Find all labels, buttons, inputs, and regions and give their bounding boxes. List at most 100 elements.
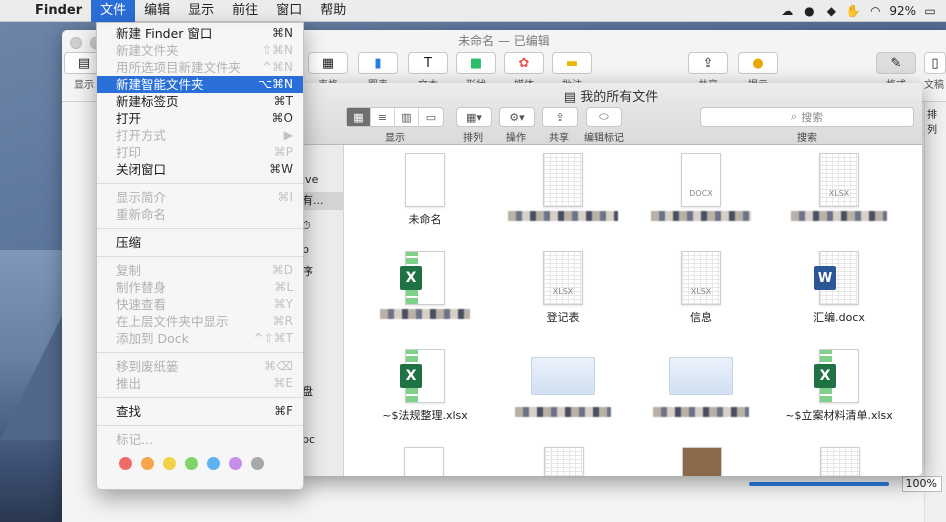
- gallery-view-icon[interactable]: ▭: [419, 108, 443, 126]
- wechat-icon[interactable]: ●: [801, 4, 817, 18]
- share-button[interactable]: ⇪: [542, 107, 578, 127]
- media-icon[interactable]: ✿: [504, 52, 544, 74]
- docx-icon: DOCX: [681, 153, 721, 207]
- battery-percent: 92%: [889, 4, 916, 18]
- file-menu-item[interactable]: 压缩: [97, 234, 303, 251]
- file-item[interactable]: X: [360, 251, 490, 322]
- image-icon[interactable]: [682, 447, 722, 476]
- column-view-icon[interactable]: ▥: [395, 108, 419, 126]
- sidebar-item-all-files[interactable]: 有...: [300, 192, 344, 210]
- inspector-label-arrange: 排列: [927, 110, 937, 136]
- sidebar-item-airdrop[interactable]: ⏱: [300, 217, 344, 235]
- toolbar-label-action: 操作: [506, 133, 526, 144]
- menu-item-label: 显示简介: [116, 190, 167, 205]
- file-item[interactable]: X ~$法规整理.xlsx: [360, 349, 490, 423]
- menu-help[interactable]: 帮助: [311, 0, 355, 22]
- hand-icon[interactable]: ✋: [845, 4, 861, 18]
- toolbar-label-tags: 编辑标记: [584, 133, 624, 144]
- comment-icon[interactable]: ▬: [552, 52, 592, 74]
- tags-button[interactable]: ⬭: [586, 107, 622, 127]
- search-input[interactable]: ⌕ 搜索: [700, 107, 914, 127]
- file-item[interactable]: [498, 153, 628, 224]
- apple-icon[interactable]: [0, 0, 26, 22]
- toolbar-label-share: 共享: [549, 133, 569, 144]
- document-icon[interactable]: ▯: [924, 52, 946, 74]
- zoom-field[interactable]: 100%: [902, 476, 942, 492]
- menu-view[interactable]: 显示: [179, 0, 223, 22]
- file-item[interactable]: XLSX 登记表: [498, 251, 628, 325]
- excel-badge-icon: X: [400, 266, 422, 290]
- menu-separator: [97, 425, 303, 426]
- menu-item-label: 新建文件夹: [116, 43, 179, 58]
- tag-color-icon: [229, 457, 242, 470]
- menu-edit[interactable]: 编辑: [135, 0, 179, 22]
- menu-item-shortcut: ⌘O: [271, 111, 293, 125]
- file-item[interactable]: XLSX: [774, 153, 904, 224]
- table-icon[interactable]: ▦: [308, 52, 348, 74]
- wifi-icon[interactable]: ◠: [867, 4, 883, 18]
- tips-icon[interactable]: ●: [738, 52, 778, 74]
- menu-item-label: 查找: [116, 404, 142, 419]
- arrange-button[interactable]: ▦▾: [456, 107, 492, 127]
- menu-item-shortcut: ⌥⌘N: [258, 77, 293, 91]
- sidebar-item[interactable]: p: [300, 241, 344, 259]
- menu-item-label: 标记...: [116, 432, 153, 447]
- file-menu-item: 快速查看 ⌘Y: [97, 296, 303, 313]
- battery-icon[interactable]: ▭: [922, 4, 938, 18]
- sidebar-item-pc[interactable]: pc: [300, 431, 344, 449]
- file-menu-item[interactable]: 关闭窗口 ⌘W: [97, 161, 303, 178]
- cloud-icon[interactable]: ☁: [779, 4, 795, 18]
- file-menu-item[interactable]: 打开 ⌘O: [97, 110, 303, 127]
- sidebar-item[interactable]: ive: [300, 171, 344, 189]
- blurred-name: [791, 211, 887, 221]
- blurred-name: [380, 309, 470, 319]
- sidebar-item-applications[interactable]: 序: [300, 263, 344, 281]
- menu-item-label: 制作替身: [116, 280, 167, 295]
- document-icon[interactable]: [544, 447, 584, 476]
- evernote-icon[interactable]: ◆: [823, 4, 839, 18]
- finder-title-text: 我的所有文件: [580, 90, 659, 105]
- document-icon[interactable]: [404, 447, 444, 476]
- list-view-icon[interactable]: ≡: [371, 108, 395, 126]
- status-area: ☁ ● ◆ ✋ ◠ 92% ▭: [779, 0, 946, 22]
- menu-app-name[interactable]: Finder: [26, 0, 91, 22]
- file-item[interactable]: [498, 349, 628, 420]
- zoom-slider[interactable]: [749, 482, 889, 486]
- xlsx-icon: XLSX: [543, 251, 583, 305]
- file-item[interactable]: W 汇编.docx: [774, 251, 904, 325]
- file-item[interactable]: [636, 349, 766, 420]
- xlsx-icon: XLSX: [819, 153, 859, 207]
- file-menu-item[interactable]: 新建 Finder 窗口 ⌘N: [97, 25, 303, 42]
- shape-icon[interactable]: ■: [456, 52, 496, 74]
- file-item[interactable]: 未命名: [360, 153, 490, 227]
- menu-file[interactable]: 文件: [91, 0, 136, 22]
- menu-separator: [97, 352, 303, 353]
- document-icon[interactable]: [820, 447, 860, 476]
- file-menu-item[interactable]: 新建智能文件夹 ⌥⌘N: [97, 76, 303, 93]
- sidebar-item-disk[interactable]: 盘: [300, 383, 344, 401]
- file-item[interactable]: XLSX 信息: [636, 251, 766, 325]
- blurred-name: [508, 211, 618, 221]
- file-menu-item: 在上层文件夹中显示 ⌘R: [97, 313, 303, 330]
- menu-window[interactable]: 窗口: [267, 0, 311, 22]
- icon-view-icon[interactable]: ▦: [347, 108, 371, 126]
- excel-badge-icon: X: [814, 364, 836, 388]
- menu-item-shortcut: ⌘T: [273, 94, 293, 108]
- tag-color-icon: [251, 457, 264, 470]
- file-menu-item[interactable]: 新建标签页 ⌘T: [97, 93, 303, 110]
- chart-icon[interactable]: ▮: [358, 52, 398, 74]
- file-type-label: XLSX: [828, 189, 850, 198]
- finder-toolbar: ▤ 我的所有文件 ▦ ≡ ▥ ▭ 显示 ▦▾ 排列 ⚙▾ 操作 ⇪ 共享 ⬭ 编…: [300, 83, 922, 145]
- file-menu-item: 重新命名: [97, 206, 303, 223]
- file-item[interactable]: X ~$立案材料清单.xlsx: [774, 349, 904, 423]
- file-item[interactable]: DOCX: [636, 153, 766, 224]
- share-icon[interactable]: ⇪: [688, 52, 728, 74]
- text-icon[interactable]: T: [408, 52, 448, 74]
- menu-go[interactable]: 前往: [223, 0, 267, 22]
- menu-item-shortcut: ⌘I: [277, 190, 293, 204]
- action-button[interactable]: ⚙▾: [499, 107, 535, 127]
- file-menu-item[interactable]: 查找 ⌘F: [97, 403, 303, 420]
- finder-sidebar: ive 有... ⏱ p 序 盘 pc: [300, 145, 344, 476]
- format-icon[interactable]: ✎: [876, 52, 916, 74]
- finder-title: ▤ 我的所有文件: [563, 90, 659, 105]
